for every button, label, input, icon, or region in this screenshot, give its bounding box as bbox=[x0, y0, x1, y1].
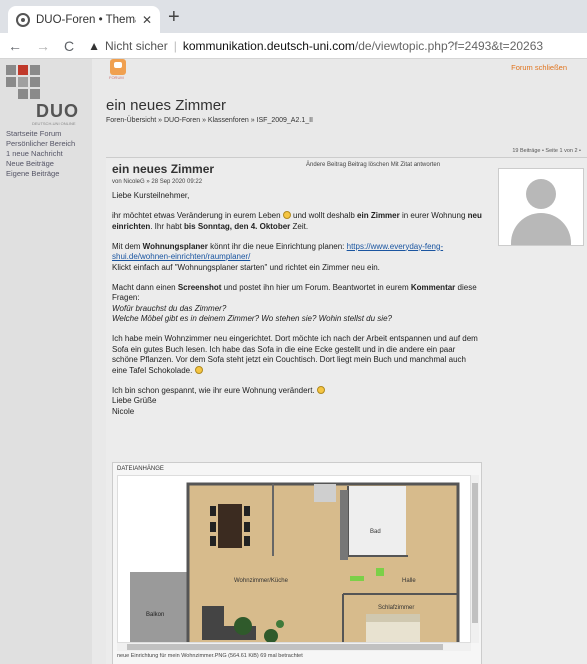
logo-subtitle: DEUTSCH-UNI ONLINE bbox=[32, 121, 76, 126]
logo-text: DUO bbox=[36, 101, 79, 121]
sidebar-item-eigene-beitraege[interactable]: Eigene Beiträge bbox=[6, 169, 75, 179]
post-meta: von NicoleG » 28 Sep 2020 09:22 bbox=[112, 179, 203, 185]
url-separator: | bbox=[173, 38, 177, 53]
post-title[interactable]: ein neues Zimmer bbox=[112, 162, 214, 176]
browser-tab[interactable]: DUO-Foren • Thema anzeigen - e ✕ bbox=[8, 6, 160, 33]
plan-label-balkon: Balkon bbox=[146, 612, 164, 618]
logo-square-icon bbox=[30, 65, 40, 75]
logo-square-icon bbox=[6, 65, 16, 75]
attachment-vertical-scrollbar[interactable] bbox=[471, 475, 479, 643]
post-actions[interactable]: Ändere Beitrag Beitrag löschen Mit Zitat… bbox=[306, 162, 440, 168]
breadcrumb[interactable]: Foren-Übersicht » DUO-Foren » Klassenfor… bbox=[106, 117, 313, 124]
post-paragraph: Macht dann einen Screenshot und postet i… bbox=[112, 283, 482, 325]
logo-square-icon bbox=[18, 89, 28, 99]
sidebar-item-neue-beitraege[interactable]: Neue Beiträge bbox=[6, 159, 75, 169]
not-secure-label: Nicht sicher bbox=[105, 38, 168, 53]
signature-text: Nicole bbox=[112, 406, 135, 416]
logo-square-icon bbox=[30, 89, 40, 99]
post-paragraph: ihr möchtet etwas Veränderung in eurem L… bbox=[112, 211, 482, 232]
forum-icon-label: FORUM bbox=[109, 75, 124, 80]
bold-text: bis Sonntag, den 4. Oktober bbox=[184, 221, 291, 231]
logo-square-icon bbox=[18, 77, 28, 87]
scrollbar-thumb[interactable] bbox=[127, 644, 443, 650]
url-host: kommunikation.deutsch-uni.com bbox=[182, 38, 355, 53]
avatar bbox=[498, 168, 584, 246]
post-greeting: Liebe Kursteilnehmer, bbox=[112, 191, 190, 200]
page-title[interactable]: ein neues Zimmer bbox=[106, 97, 226, 114]
text: in eurer Wohnung bbox=[399, 211, 468, 220]
post-paragraph: Ich bin schon gespannt, wie ihr eure Woh… bbox=[112, 385, 482, 418]
post-paragraph: Ich habe mein Wohnzimmer neu eingerichte… bbox=[112, 334, 482, 376]
question-text: Wofür brauchst du das Zimmer? bbox=[112, 303, 227, 313]
sidebar-item-startseite[interactable]: Startseite Forum bbox=[6, 129, 75, 139]
smiley-icon bbox=[316, 385, 325, 394]
bold-text: Screenshot bbox=[177, 282, 222, 292]
forum-post: ein neues Zimmer Ändere Beitrag Beitrag … bbox=[106, 157, 587, 664]
text: und postet ihn hier um Forum. Beantworte… bbox=[221, 282, 411, 292]
attachment-horizontal-scrollbar[interactable] bbox=[117, 643, 471, 651]
tab-close-icon[interactable]: ✕ bbox=[142, 13, 152, 27]
text: Zeit. bbox=[290, 221, 309, 231]
closing-text: Liebe Grüße bbox=[112, 396, 157, 405]
site-favicon-icon bbox=[16, 12, 30, 27]
attachments-label: DATEIANHÄNGE bbox=[117, 466, 164, 472]
text: Macht dann einen bbox=[112, 282, 178, 292]
sidebar-item-persoenlicher-bereich[interactable]: Persönlicher Bereich bbox=[6, 139, 75, 149]
pagination-info[interactable]: 19 Beiträge • Seite 1 von 2 • bbox=[512, 148, 581, 154]
plan-label-wohnzimmer: Wohnzimmer/Küche bbox=[234, 578, 289, 584]
text: Ich bin schon gespannt, wie ihr eure Woh… bbox=[112, 385, 317, 395]
logo-square-icon bbox=[6, 77, 16, 87]
warning-icon[interactable]: ▲ bbox=[88, 39, 100, 53]
forum-topstrip: FORUM Forum schließen bbox=[92, 59, 587, 80]
floor-plan-image[interactable]: Bad Wohnzimmer/Küche Halle Schlafzimmer … bbox=[117, 475, 471, 643]
browser-toolbar: ← → C ▲ Nicht sicher | kommunikation.deu… bbox=[0, 33, 587, 59]
duo-logo[interactable]: DUO DEUTSCH-UNI ONLINE bbox=[6, 65, 79, 126]
text: . Ihr habt bbox=[150, 221, 185, 231]
question-text: Welche Möbel gibt es in deinem Zimmer? W… bbox=[112, 314, 392, 323]
logo-square-icon bbox=[18, 65, 28, 75]
post-body: Liebe Kursteilnehmer, ihr möchtet etwas … bbox=[112, 191, 482, 427]
sidebar: DUO DEUTSCH-UNI ONLINE Startseite Forum … bbox=[0, 59, 92, 664]
logo-square-icon bbox=[30, 77, 40, 87]
avatar-body-icon bbox=[511, 213, 571, 245]
main-content: FORUM Forum schließen ein neues Zimmer F… bbox=[92, 59, 587, 664]
text: könnt ihr die neue Einrichtung planen: bbox=[207, 241, 347, 251]
plan-label-bad: Bad bbox=[370, 529, 381, 535]
smiley-icon bbox=[194, 365, 203, 374]
forum-page: DUO DEUTSCH-UNI ONLINE Startseite Forum … bbox=[0, 59, 587, 664]
url-path: /de/viewtopic.php?f=2493&t=20263 bbox=[354, 38, 544, 53]
bold-text: Wohnungsplaner bbox=[142, 241, 208, 251]
scrollbar-thumb[interactable] bbox=[472, 483, 478, 623]
floor-plan-drawing: Bad Wohnzimmer/Küche Halle Schlafzimmer … bbox=[118, 476, 470, 642]
forum-close-link[interactable]: Forum schließen bbox=[511, 63, 567, 72]
forum-icon[interactable] bbox=[110, 59, 126, 75]
sidebar-item-neue-nachricht[interactable]: 1 neue Nachricht bbox=[6, 149, 75, 159]
smiley-icon bbox=[282, 211, 291, 219]
new-tab-icon[interactable]: + bbox=[168, 7, 180, 27]
text: Ich habe mein Wohnzimmer neu eingerichte… bbox=[112, 334, 478, 375]
back-icon[interactable]: ← bbox=[8, 38, 22, 54]
sidebar-nav: Startseite Forum Persönlicher Bereich 1 … bbox=[6, 129, 75, 179]
attachments-box: DATEIANHÄNGE Bad Wohnzimmer/Küche Halle … bbox=[112, 462, 482, 664]
address-bar[interactable]: ▲ Nicht sicher | kommunikation.deutsch-u… bbox=[88, 39, 543, 53]
bold-text: Kommentar bbox=[410, 282, 456, 292]
text: Mit dem bbox=[112, 241, 143, 251]
forward-icon[interactable]: → bbox=[36, 38, 50, 54]
plan-label-halle: Halle bbox=[402, 578, 416, 584]
post-paragraph: Mit dem Wohnungsplaner könnt ihr die neu… bbox=[112, 242, 482, 274]
plan-label-schlafzimmer: Schlafzimmer bbox=[378, 605, 414, 611]
bold-text: ein Zimmer bbox=[357, 211, 400, 220]
avatar-head-icon bbox=[526, 179, 556, 209]
browser-tabstrip: DUO-Foren • Thema anzeigen - e ✕ + bbox=[0, 0, 587, 33]
attachment-caption[interactable]: neue Einrichtung für mein Wohnzimmer.PNG… bbox=[117, 653, 303, 659]
text: ihr möchtet etwas Veränderung in eurem L… bbox=[112, 211, 283, 220]
tab-title: DUO-Foren • Thema anzeigen - e bbox=[36, 13, 136, 26]
text: und wollt deshalb bbox=[290, 211, 358, 220]
text: Klickt einfach auf "Wohnungsplaner start… bbox=[112, 262, 380, 272]
reload-icon[interactable]: C bbox=[64, 38, 74, 54]
